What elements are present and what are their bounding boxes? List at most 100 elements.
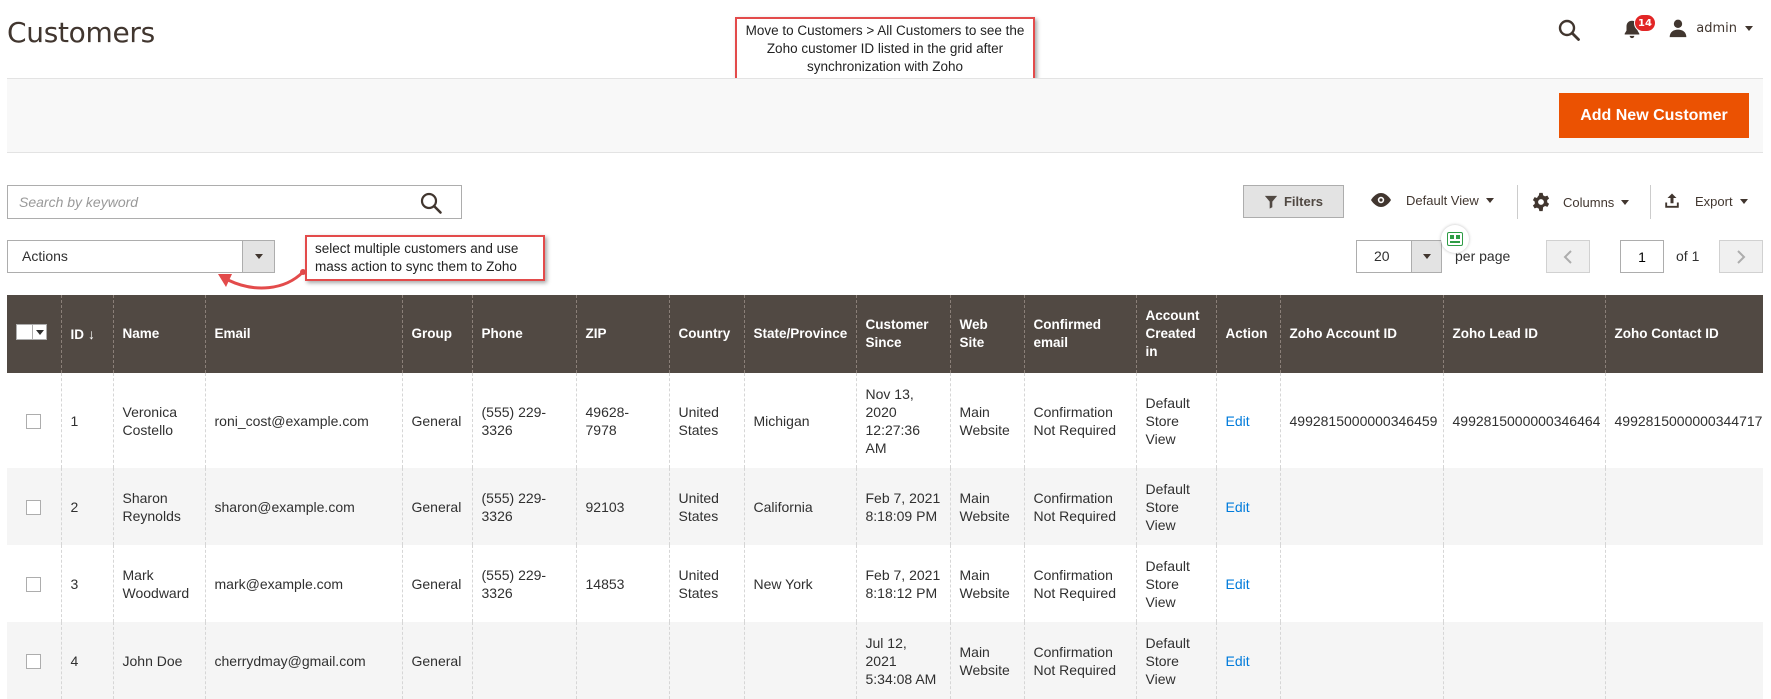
edit-link[interactable]: Edit xyxy=(1226,576,1250,592)
per-page-select[interactable]: 20 xyxy=(1356,240,1442,273)
column-header-account-created-in[interactable]: Account Created in xyxy=(1135,295,1216,373)
column-header-zoho-contact-id[interactable]: Zoho Contact ID xyxy=(1604,295,1763,373)
cell-zoho-contact-id xyxy=(1604,468,1763,545)
cell-zoho-contact-id xyxy=(1604,622,1763,699)
column-header-state[interactable]: State/Province xyxy=(743,295,856,373)
cell-customer-since: Feb 7, 2021 8:18:09 PM xyxy=(855,468,950,545)
cell-zip: 49628-7978 xyxy=(575,373,669,468)
row-checkbox[interactable] xyxy=(26,500,42,516)
columns-dropdown[interactable]: Columns xyxy=(1531,192,1630,212)
column-header-zoho-lead-id[interactable]: Zoho Lead ID xyxy=(1442,295,1605,373)
cell-zoho-lead-id: 4992815000000346464 xyxy=(1442,373,1605,468)
cell-zip: 14853 xyxy=(575,545,669,622)
cell-phone: (555) 229-3326 xyxy=(471,468,576,545)
column-header-zoho-account-id[interactable]: Zoho Account ID xyxy=(1279,295,1443,373)
export-label: Export xyxy=(1695,193,1733,209)
search-input[interactable] xyxy=(8,186,408,218)
current-page-input[interactable] xyxy=(1620,240,1664,273)
column-header-group[interactable]: Group xyxy=(401,295,472,373)
column-header-phone[interactable]: Phone xyxy=(471,295,576,373)
table-row[interactable]: 3 Mark Woodward mark@example.com General… xyxy=(7,545,1763,622)
cell-zoho-account-id xyxy=(1279,622,1443,699)
column-header-website[interactable]: Web Site xyxy=(949,295,1024,373)
annotation-mass-action-callout: select multiple customers and use mass a… xyxy=(305,235,545,281)
next-page-button[interactable] xyxy=(1719,240,1763,273)
row-checkbox[interactable] xyxy=(26,654,42,670)
sort-arrow-down-icon: ↓ xyxy=(88,325,95,342)
gear-icon xyxy=(1532,192,1550,212)
per-page-value: 20 xyxy=(1374,248,1390,264)
admin-username: admin xyxy=(1696,20,1737,36)
chevron-down-icon xyxy=(1739,198,1748,204)
cell-email: roni_cost@example.com xyxy=(204,373,402,468)
cell-id: 1 xyxy=(60,373,113,468)
row-checkbox[interactable] xyxy=(26,414,42,430)
column-header-zip[interactable]: ZIP xyxy=(575,295,669,373)
global-search-icon[interactable] xyxy=(1557,18,1581,42)
cell-customer-since: Nov 13, 2020 12:27:36 AM xyxy=(855,373,950,468)
cell-confirmed-email: Confirmation Not Required xyxy=(1023,622,1136,699)
keyword-search-box xyxy=(7,185,462,219)
chevron-left-icon xyxy=(1563,249,1572,264)
toolbar-separator xyxy=(1517,185,1518,219)
cell-id: 4 xyxy=(60,622,113,699)
funnel-icon xyxy=(1264,195,1278,209)
cell-zoho-lead-id xyxy=(1442,622,1605,699)
search-icon[interactable] xyxy=(419,191,443,215)
annotation-top-callout: Move to Customers > All Customers to see… xyxy=(735,17,1035,82)
cell-website: Main Website xyxy=(949,545,1024,622)
cell-phone: (555) 229-3326 xyxy=(471,373,576,468)
filters-button[interactable]: Filters xyxy=(1243,185,1344,218)
chevron-down-icon xyxy=(1621,199,1630,205)
chevron-down-icon xyxy=(1485,197,1494,203)
row-checkbox[interactable] xyxy=(26,577,42,593)
cell-group: General xyxy=(401,622,472,699)
cell-account-created-in: Default Store View xyxy=(1135,622,1216,699)
edit-link[interactable]: Edit xyxy=(1226,413,1250,429)
add-new-customer-button[interactable]: Add New Customer xyxy=(1559,93,1749,138)
cell-zoho-account-id xyxy=(1279,545,1443,622)
table-row[interactable]: 2 Sharon Reynolds sharon@example.com Gen… xyxy=(7,468,1763,545)
admin-user-menu[interactable]: admin xyxy=(1668,18,1753,38)
column-header-id[interactable]: ID ↓ xyxy=(60,295,113,373)
column-header-email[interactable]: Email xyxy=(204,295,402,373)
column-header-name[interactable]: Name xyxy=(112,295,205,373)
notification-count-badge: 14 xyxy=(1634,14,1656,32)
cell-name: Mark Woodward xyxy=(112,545,205,622)
edit-link[interactable]: Edit xyxy=(1226,653,1250,669)
page-total-label: of 1 xyxy=(1676,248,1700,264)
column-header-confirmed-email[interactable]: Confirmed email xyxy=(1023,295,1136,373)
column-header-action: Action xyxy=(1215,295,1280,373)
notifications-bell-icon[interactable]: 14 xyxy=(1621,14,1656,42)
table-row[interactable]: 4 John Doe cherrydmay@gmail.com General … xyxy=(7,622,1763,699)
chevron-down-icon xyxy=(1745,25,1753,31)
cell-email: sharon@example.com xyxy=(204,468,402,545)
cell-country xyxy=(668,622,744,699)
cell-phone xyxy=(471,622,576,699)
cell-zoho-account-id xyxy=(1279,468,1443,545)
chevron-down-icon xyxy=(1411,241,1441,272)
previous-page-button[interactable] xyxy=(1546,240,1590,273)
cell-zoho-lead-id xyxy=(1442,545,1605,622)
cell-account-created-in: Default Store View xyxy=(1135,468,1216,545)
cell-email: cherrydmay@gmail.com xyxy=(204,622,402,699)
annotation-arrow xyxy=(218,269,306,290)
cell-id: 2 xyxy=(60,468,113,545)
cell-account-created-in: Default Store View xyxy=(1135,545,1216,622)
default-view-dropdown[interactable]: Default View xyxy=(1369,192,1494,208)
cell-website: Main Website xyxy=(949,468,1024,545)
column-header-customer-since[interactable]: Customer Since xyxy=(855,295,950,373)
cell-name: Veronica Costello xyxy=(112,373,205,468)
export-dropdown[interactable]: Export xyxy=(1663,192,1748,210)
toolbar-separator xyxy=(1650,185,1651,219)
mass-select-checkbox[interactable] xyxy=(16,324,47,340)
cell-zip xyxy=(575,622,669,699)
edit-link[interactable]: Edit xyxy=(1226,499,1250,515)
cell-confirmed-email: Confirmation Not Required xyxy=(1023,373,1136,468)
per-page-label: per page xyxy=(1455,248,1511,264)
filters-label: Filters xyxy=(1283,194,1323,209)
column-header-country[interactable]: Country xyxy=(668,295,744,373)
customers-grid: ID ↓ Name Email Group Phone ZIP Country S… xyxy=(7,295,1763,699)
table-row[interactable]: 1 Veronica Costello roni_cost@example.co… xyxy=(7,373,1763,468)
cell-group: General xyxy=(401,468,472,545)
